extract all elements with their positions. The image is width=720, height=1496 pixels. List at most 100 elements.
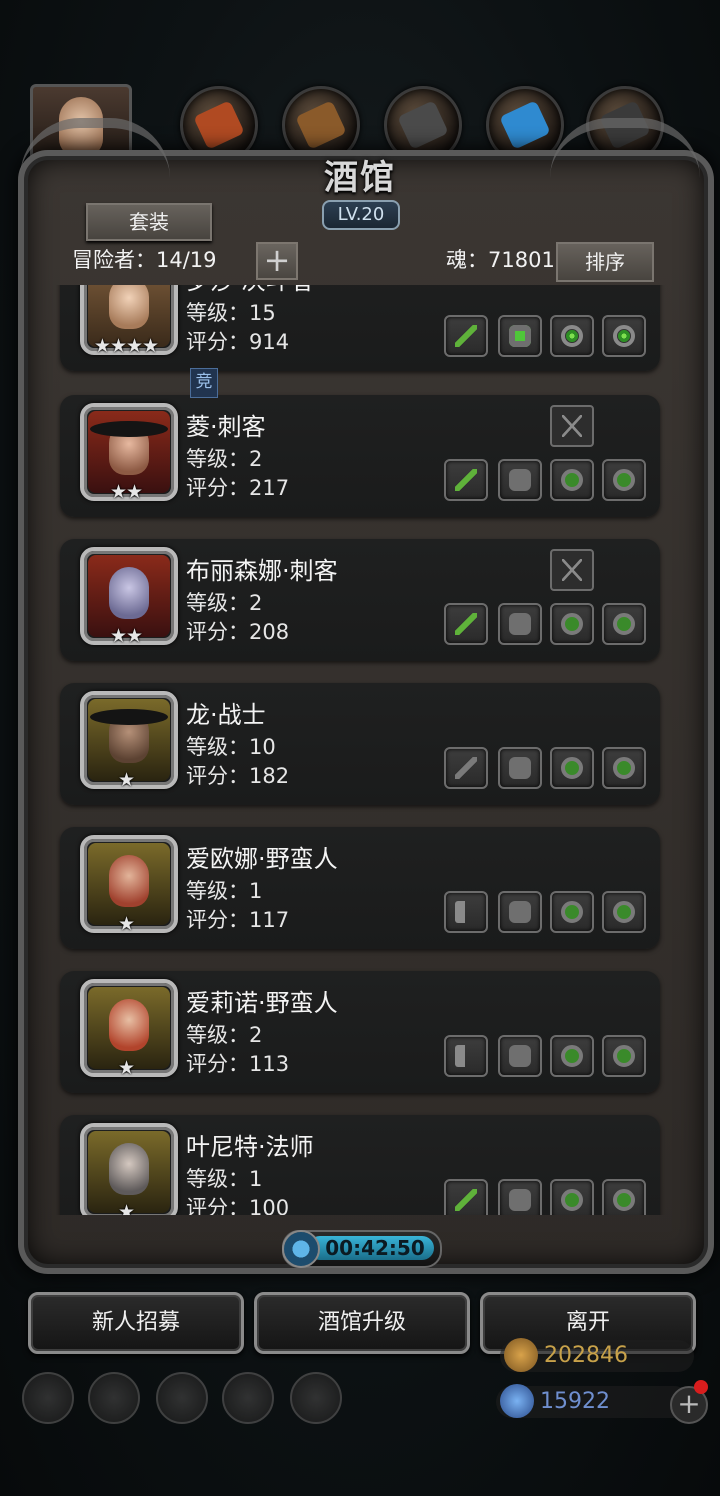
ring-slot-2[interactable] <box>602 1035 646 1077</box>
book-icon[interactable] <box>156 1372 208 1424</box>
staff-icon <box>455 1189 477 1211</box>
notification-dot <box>694 1380 708 1394</box>
add-adventurer-button[interactable]: + <box>256 242 298 280</box>
hero-level: 等级：15 <box>186 301 276 325</box>
gold-value: 202846 <box>544 1343 628 1368</box>
weapon-slot[interactable] <box>444 1035 488 1077</box>
hero-stars: ★ <box>117 769 135 791</box>
armor-icon <box>509 469 531 491</box>
hero-stars: ★ <box>117 1057 135 1079</box>
ring-slot-2[interactable] <box>602 1179 646 1215</box>
hero-row[interactable]: ★ 爱欧娜·野蛮人 等级：1 评分：117 <box>60 827 660 949</box>
hero-score: 评分：208 <box>186 620 290 644</box>
gold-counter: 202846 <box>500 1338 694 1372</box>
armor-slot[interactable] <box>498 603 542 645</box>
armor-icon <box>509 613 531 635</box>
ring-icon <box>613 901 635 923</box>
ring-icon <box>613 1045 635 1067</box>
upgrade-tavern-button[interactable]: 酒馆升级 <box>254 1292 470 1354</box>
ring-icon <box>561 1045 583 1067</box>
hero-list[interactable]: ★★★★ 罗莎·决斗者 等级：15 评分：914 ★★ 菱·刺客 等级：2 评分… <box>56 285 666 1215</box>
ring-slot-1[interactable] <box>550 1035 594 1077</box>
ring-slot-2[interactable] <box>602 603 646 645</box>
hero-name: 龙·战士 <box>186 701 266 729</box>
armor-slot[interactable] <box>498 1035 542 1077</box>
hero-score: 评分：113 <box>186 1052 290 1076</box>
hero-stars: ★★ <box>109 625 143 647</box>
ring-icon <box>561 613 583 635</box>
weapon-slot[interactable] <box>444 315 488 357</box>
armor-icon <box>509 757 531 779</box>
hero-level: 等级：2 <box>186 591 263 615</box>
hero-score: 评分：100 <box>186 1196 290 1215</box>
mail-icon[interactable] <box>222 1372 274 1424</box>
hero-stars: ★ <box>117 1201 135 1215</box>
ring-slot-2[interactable] <box>602 315 646 357</box>
guild-icon[interactable] <box>290 1372 342 1424</box>
ring-slot-1[interactable] <box>550 459 594 501</box>
ring-slot-1[interactable] <box>550 315 594 357</box>
hero-row[interactable]: ★ 爱莉诺·野蛮人 等级：2 评分：113 <box>60 971 660 1093</box>
ring-icon <box>613 325 635 347</box>
ring-icon <box>561 901 583 923</box>
hero-row[interactable]: ★★ 布丽森娜·刺客 等级：2 评分：208 <box>60 539 660 661</box>
hero-name: 爱欧娜·野蛮人 <box>186 845 338 873</box>
hero-level: 等级：2 <box>186 447 263 471</box>
hero-row[interactable]: ★ 龙·战士 等级：10 评分：182 <box>60 683 660 805</box>
dagger-icon <box>455 469 477 491</box>
hero-row[interactable]: ★★ 菱·刺客 等级：2 评分：217 <box>60 395 660 517</box>
hero-level: 等级：10 <box>186 735 276 759</box>
hero-stars: ★★ <box>109 481 143 503</box>
weapon-slot[interactable] <box>444 891 488 933</box>
refresh-timer: 00:42:50 <box>282 1230 442 1268</box>
settings-icon[interactable] <box>22 1372 74 1424</box>
axe-icon <box>455 1045 477 1067</box>
ring-icon <box>613 757 635 779</box>
ring-icon <box>561 325 583 347</box>
hero-score: 评分：217 <box>186 476 290 500</box>
hero-level: 等级：1 <box>186 1167 263 1191</box>
tavern-level-badge: LV.20 <box>322 200 400 230</box>
adventurer-count: 冒险者：14/19 <box>72 248 217 272</box>
ring-slot-2[interactable] <box>602 459 646 501</box>
armor-slot[interactable] <box>498 1179 542 1215</box>
axe-icon <box>455 901 477 923</box>
hero-row[interactable]: ★ 叶尼特·法师 等级：1 评分：100 <box>60 1115 660 1215</box>
ring-slot-1[interactable] <box>550 891 594 933</box>
ring-slot-1[interactable] <box>550 747 594 789</box>
weapon-slot[interactable] <box>444 459 488 501</box>
sort-button[interactable]: 排序 <box>556 242 654 282</box>
hourglass-icon <box>550 549 594 591</box>
suit-button[interactable]: 套装 <box>86 203 212 241</box>
ring-icon <box>613 469 635 491</box>
hero-score: 评分：914 <box>186 330 290 354</box>
hero-name: 菱·刺客 <box>186 413 266 441</box>
gem-icon <box>500 1384 534 1418</box>
armor-slot[interactable] <box>498 459 542 501</box>
ring-slot-1[interactable] <box>550 603 594 645</box>
ring-slot-2[interactable] <box>602 891 646 933</box>
hourglass-icon <box>550 405 594 447</box>
ring-icon <box>613 613 635 635</box>
arena-tag: 竞 <box>190 368 218 398</box>
ring-icon <box>561 1189 583 1211</box>
clock-icon <box>282 1230 320 1268</box>
sword-icon <box>455 325 477 347</box>
armor-slot[interactable] <box>498 315 542 357</box>
hero-level: 等级：1 <box>186 879 263 903</box>
frame-ornament-right <box>550 118 700 248</box>
dagger-icon <box>455 613 477 635</box>
weapon-slot[interactable] <box>444 603 488 645</box>
hero-score: 评分：182 <box>186 764 290 788</box>
ring-slot-2[interactable] <box>602 747 646 789</box>
recruit-button[interactable]: 新人招募 <box>28 1292 244 1354</box>
ring-slot-1[interactable] <box>550 1179 594 1215</box>
weapon-slot[interactable] <box>444 1179 488 1215</box>
hero-name: 叶尼特·法师 <box>186 1133 314 1161</box>
compass-icon[interactable] <box>88 1372 140 1424</box>
armor-slot[interactable] <box>498 747 542 789</box>
weapon-slot[interactable] <box>444 747 488 789</box>
armor-slot[interactable] <box>498 891 542 933</box>
soul-count: 魂：71801 <box>446 248 555 272</box>
hero-row[interactable]: ★★★★ 罗莎·决斗者 等级：15 评分：914 <box>60 285 660 371</box>
